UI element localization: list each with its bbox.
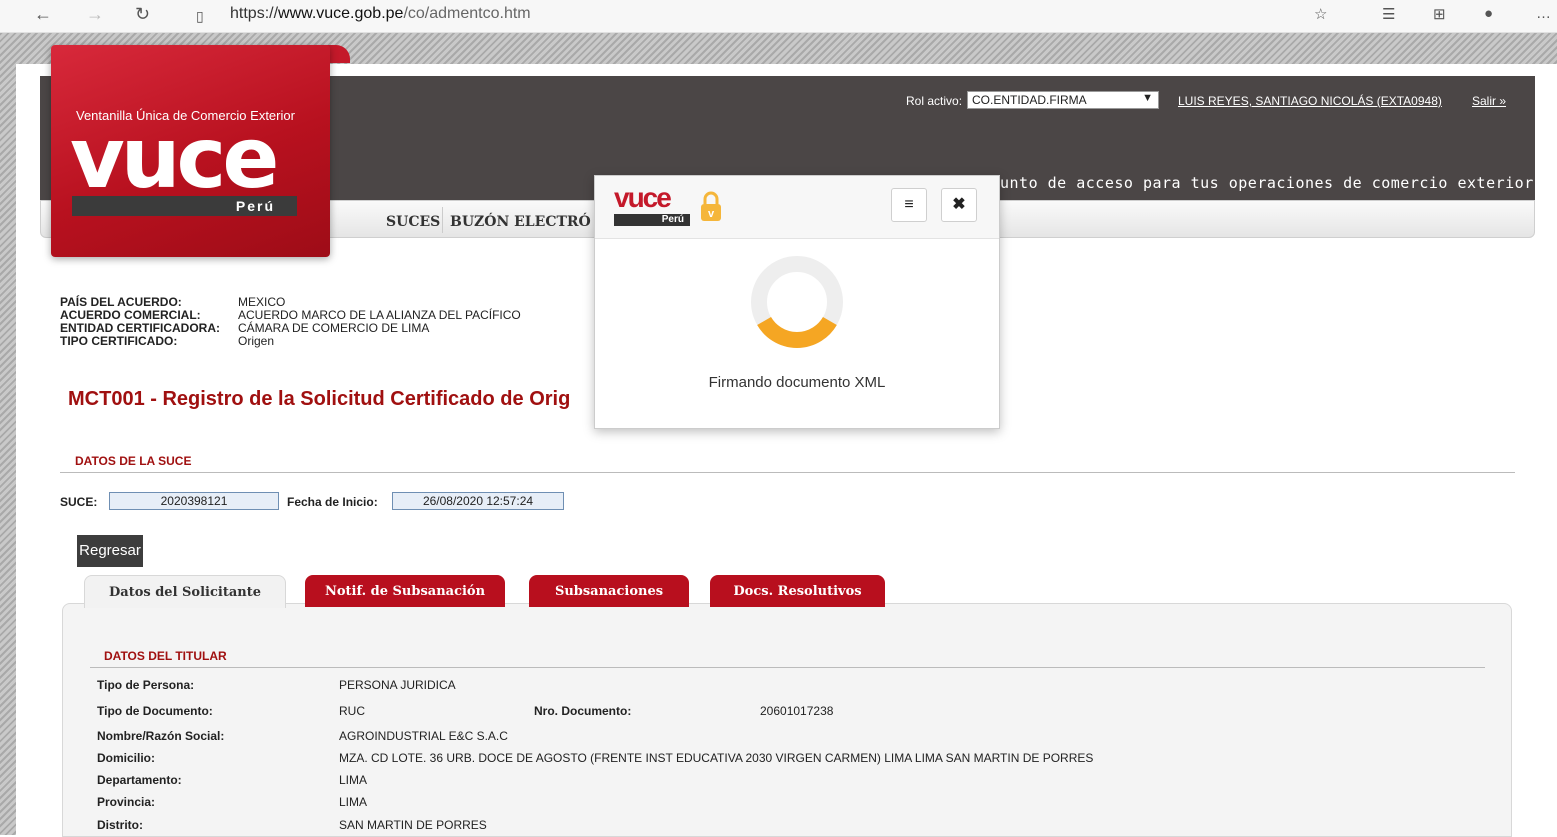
tipo-persona-value: PERSONA JURIDICA (339, 678, 456, 692)
dialog-message: Firmando documento XML (708, 374, 886, 391)
favorite-star-icon[interactable]: ☆ (1314, 5, 1327, 23)
address-bar[interactable]: https://www.vuce.gob.pe/co/admentco.htm (230, 5, 531, 23)
lock-icon: v (701, 191, 721, 221)
distrito-label: Distrito: (97, 818, 143, 832)
tipo-documento-label: Tipo de Documento: (97, 704, 213, 718)
forward-arrow-icon[interactable]: → (86, 4, 104, 25)
dialog-header: vuce Perú v ≡ ✖ (595, 176, 999, 239)
url-host: www.vuce.gob.pe (278, 5, 404, 22)
browser-toolbar: ← → ↻ ▯ https://www.vuce.gob.pe/co/admen… (0, 0, 1557, 33)
provincia-value: LIMA (339, 795, 368, 809)
nro-documento-label: Nro. Documento: (534, 704, 632, 718)
distrito-value: SAN MARTIN DE PORRES (339, 818, 487, 832)
rol-label: Rol activo: (906, 94, 963, 108)
logout-link[interactable]: Salir » (1472, 94, 1506, 108)
chevron-down-icon: ▼ (1142, 92, 1153, 104)
user-link[interactable]: LUIS REYES, SANTIAGO NICOLÁS (EXTA0948) (1178, 94, 1442, 108)
info-value-acuerdo: ACUERDO MARCO DE LA ALIANZA DEL PACÍFICO (238, 308, 521, 322)
tab-subsanaciones[interactable]: Subsanaciones (529, 575, 689, 607)
info-label-tipo: TIPO CERTIFICADO: (60, 334, 178, 348)
section-title-titular: DATOS DEL TITULAR (104, 649, 227, 663)
departamento-value: LIMA (339, 773, 368, 787)
section-title-suce: DATOS DE LA SUCE (75, 454, 192, 468)
nav-item-buzon[interactable]: BUZÓN ELECTRÓ (450, 214, 591, 230)
rol-select-value: CO.ENTIDAD.FIRMA (972, 93, 1087, 107)
suce-label: SUCE: (60, 495, 98, 509)
titular-divider (90, 667, 1485, 668)
profile-avatar-icon[interactable]: ● (1484, 5, 1493, 22)
departamento-label: Departamento: (97, 773, 182, 787)
info-value-tipo: Origen (238, 334, 275, 348)
nro-documento-value: 20601017238 (760, 704, 834, 718)
url-prefix: https:// (230, 5, 279, 22)
nombre-label: Nombre/Razón Social: (97, 729, 225, 743)
more-options-icon[interactable]: … (1536, 5, 1551, 22)
fecha-field[interactable]: 26/08/2020 12:57:24 (392, 492, 564, 510)
regresar-button[interactable]: Regresar (77, 535, 143, 567)
nav-divider (442, 207, 443, 233)
logo-wordmark: vuce (70, 109, 279, 207)
collections-icon[interactable]: ⊞ (1433, 5, 1446, 23)
tab-datos-solicitante[interactable]: Datos del Solicitante (84, 575, 286, 608)
loading-spinner-icon (751, 256, 843, 348)
refresh-icon[interactable]: ↻ (135, 4, 150, 25)
back-arrow-icon[interactable]: ← (34, 4, 52, 25)
info-label-pais: PAÍS DEL ACUERDO: (60, 295, 182, 309)
info-label-acuerdo: ACUERDO COMERCIAL: (60, 308, 201, 322)
favorites-list-icon[interactable]: ☰ (1382, 5, 1395, 23)
tab-panel (62, 603, 1512, 837)
page-title: MCT001 - Registro de la Solicitud Certif… (68, 388, 571, 410)
page-icon: ▯ (196, 8, 204, 24)
dialog-logo-wordmark: vuce (614, 182, 672, 213)
fecha-label: Fecha de Inicio: (287, 495, 378, 509)
tipo-documento-value: RUC (339, 704, 365, 718)
nombre-value: AGROINDUSTRIAL E&C S.A.C (339, 729, 508, 743)
signing-dialog: vuce Perú v ≡ ✖ Firmando documento XML (594, 175, 1000, 429)
domicilio-label: Domicilio: (97, 751, 156, 765)
url-path: /co/admentco.htm (403, 5, 531, 22)
logo-country: Perú (72, 196, 297, 216)
svg-text:v: v (708, 208, 715, 220)
tab-docs-resolutivos[interactable]: Docs. Resolutivos (710, 575, 885, 607)
info-label-entidad: ENTIDAD CERTIFICADORA: (60, 321, 220, 335)
rol-select[interactable]: CO.ENTIDAD.FIRMA ▼ (967, 91, 1159, 109)
domicilio-value: MZA. CD LOTE. 36 URB. DOCE DE AGOSTO (FR… (339, 751, 1094, 765)
nav-item-suces[interactable]: SUCES (386, 214, 440, 230)
suce-field[interactable]: 2020398121 (109, 492, 279, 510)
tab-notif-subsanacion[interactable]: Notif. de Subsanación (305, 575, 505, 607)
info-value-entidad: CÁMARA DE COMERCIO DE LIMA (238, 321, 430, 335)
dialog-menu-button[interactable]: ≡ (891, 188, 927, 222)
dialog-close-button[interactable]: ✖ (941, 188, 977, 222)
header-tagline: unto de acceso para tus operaciones de c… (1000, 174, 1534, 192)
info-value-pais: MEXICO (238, 295, 286, 309)
section-divider (60, 472, 1515, 473)
dialog-logo-country: Perú (614, 214, 690, 226)
tipo-persona-label: Tipo de Persona: (97, 678, 195, 692)
provincia-label: Provincia: (97, 795, 156, 809)
